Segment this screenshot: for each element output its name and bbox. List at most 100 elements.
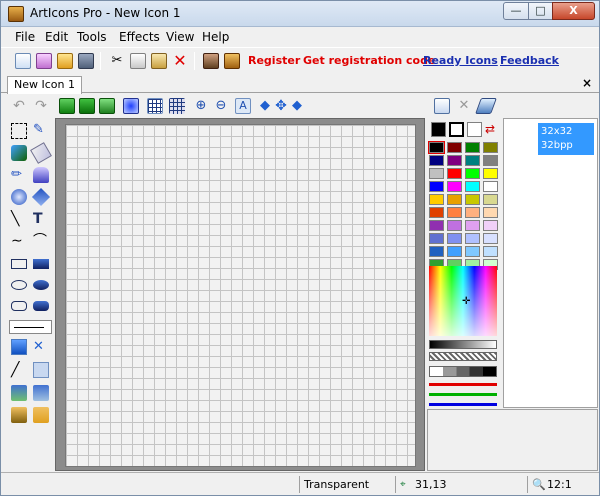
- close-button[interactable]: X: [552, 2, 595, 20]
- palette-swatch[interactable]: [483, 246, 498, 257]
- transparent-color-swatch[interactable]: [449, 122, 464, 137]
- tab-new-icon-1[interactable]: New Icon 1: [7, 76, 82, 94]
- palette-swatch[interactable]: [465, 181, 480, 192]
- get-registration-code-link[interactable]: Get registration code: [303, 54, 435, 67]
- layer-copy-icon[interactable]: [33, 385, 49, 401]
- palette-swatch[interactable]: [447, 181, 462, 192]
- palette-swatch[interactable]: [483, 181, 498, 192]
- delete-icon[interactable]: ✕: [172, 53, 188, 69]
- copy-icon[interactable]: [130, 53, 146, 69]
- maximize-button[interactable]: □: [528, 2, 553, 20]
- register-book-icon[interactable]: [224, 53, 240, 69]
- icon-canvas[interactable]: [65, 124, 416, 467]
- palette-swatch[interactable]: [429, 155, 444, 166]
- palette-swatch[interactable]: [429, 181, 444, 192]
- unlock-icon[interactable]: [33, 407, 49, 423]
- line-icon[interactable]: ╲: [11, 211, 27, 227]
- palette-swatch[interactable]: [465, 246, 480, 257]
- palette-swatch[interactable]: [447, 220, 462, 231]
- palette-swatch[interactable]: [447, 168, 462, 179]
- format-32x32-32bpp[interactable]: 32x32 32bpp: [538, 123, 594, 155]
- arc-icon[interactable]: ⌒: [33, 233, 49, 249]
- pen-shape-icon[interactable]: ╱: [11, 362, 27, 378]
- palette-swatch[interactable]: [465, 194, 480, 205]
- palette-swatch[interactable]: [465, 155, 480, 166]
- close-tab-icon[interactable]: ×: [582, 76, 592, 90]
- palette-swatch[interactable]: [429, 246, 444, 257]
- menu-help[interactable]: Help: [202, 30, 229, 44]
- zoom-actual-icon[interactable]: A: [235, 98, 251, 114]
- swap-colors-icon[interactable]: ⇄: [485, 122, 495, 136]
- transparent-mode-icon[interactable]: ✕: [33, 339, 49, 355]
- menu-edit[interactable]: Edit: [45, 30, 68, 44]
- palette-swatch[interactable]: [447, 155, 462, 166]
- layer-merge-icon[interactable]: [11, 385, 27, 401]
- move-right-icon[interactable]: ◆: [289, 98, 305, 114]
- palette-swatch[interactable]: [447, 142, 462, 153]
- opaque-mode-icon[interactable]: [11, 339, 27, 355]
- brush-icon[interactable]: [33, 167, 49, 183]
- gray-swatches[interactable]: [429, 366, 497, 377]
- palette-swatch[interactable]: [429, 168, 444, 179]
- preview-icon[interactable]: [123, 98, 139, 114]
- open-folder-icon[interactable]: [57, 53, 73, 69]
- palette-swatch[interactable]: [429, 207, 444, 218]
- pencil-icon[interactable]: ✏: [11, 167, 27, 183]
- rounded-rect-icon[interactable]: [11, 301, 27, 311]
- save-icon[interactable]: [78, 53, 94, 69]
- grid-icon[interactable]: [147, 98, 163, 114]
- undo-icon[interactable]: ↶: [11, 98, 27, 114]
- color-replace-icon[interactable]: [31, 187, 51, 207]
- paste-icon[interactable]: [151, 53, 167, 69]
- ellipse-icon[interactable]: [11, 280, 27, 290]
- palette-swatch[interactable]: [447, 207, 462, 218]
- delete-format-icon[interactable]: ✕: [456, 98, 472, 114]
- line-width-selector[interactable]: [9, 320, 52, 334]
- palette-swatch[interactable]: [447, 246, 462, 257]
- palette-swatch[interactable]: [465, 207, 480, 218]
- move-icon[interactable]: ✥: [273, 98, 289, 114]
- ready-icons-link[interactable]: Ready Icons: [423, 54, 498, 67]
- redo-icon[interactable]: ↷: [33, 98, 49, 114]
- palette-swatch[interactable]: [429, 220, 444, 231]
- rect-select-icon[interactable]: [11, 123, 27, 139]
- palette-swatch[interactable]: [429, 233, 444, 244]
- feedback-link[interactable]: Feedback: [500, 54, 559, 67]
- move-left-icon[interactable]: ◆: [257, 98, 273, 114]
- palette-swatch[interactable]: [465, 168, 480, 179]
- filled-rounded-rect-icon[interactable]: [33, 301, 49, 311]
- pixel-grid-icon[interactable]: [169, 98, 185, 114]
- eyedropper-icon[interactable]: ✎: [33, 122, 49, 138]
- palette-swatch[interactable]: [483, 142, 498, 153]
- blue-channel-slider[interactable]: [429, 403, 497, 406]
- cut-icon[interactable]: ✂: [109, 53, 125, 69]
- new-library-icon[interactable]: [36, 53, 52, 69]
- new-icon[interactable]: [15, 53, 31, 69]
- pen-square-icon[interactable]: [33, 362, 49, 378]
- palette-swatch[interactable]: [465, 220, 480, 231]
- color-spectrum[interactable]: ✛: [429, 266, 497, 336]
- green-channel-slider[interactable]: [429, 393, 497, 396]
- palette-swatch[interactable]: [447, 194, 462, 205]
- curve-icon[interactable]: ∼: [11, 233, 27, 249]
- menu-view[interactable]: View: [166, 30, 194, 44]
- palette-swatch[interactable]: [483, 233, 498, 244]
- eraser-icon[interactable]: [30, 142, 52, 164]
- shift-icon[interactable]: [79, 98, 95, 114]
- select-all-icon[interactable]: [59, 98, 75, 114]
- text-icon[interactable]: T: [33, 211, 49, 227]
- palette-swatch[interactable]: [447, 233, 462, 244]
- airbrush-icon[interactable]: [11, 189, 27, 205]
- fill-icon[interactable]: [11, 145, 27, 161]
- filled-ellipse-icon[interactable]: [33, 280, 49, 290]
- palette-swatch[interactable]: [465, 142, 480, 153]
- red-channel-slider[interactable]: [429, 383, 497, 386]
- transparency-ramp[interactable]: [429, 352, 497, 361]
- background-color-swatch[interactable]: [467, 122, 482, 137]
- palette-swatch[interactable]: [429, 194, 444, 205]
- effects-icon[interactable]: [203, 53, 219, 69]
- menu-effects[interactable]: Effects: [119, 30, 160, 44]
- zoom-out-icon[interactable]: ⊖: [213, 98, 229, 114]
- palette-swatch[interactable]: [465, 233, 480, 244]
- minimize-button[interactable]: —: [503, 2, 529, 20]
